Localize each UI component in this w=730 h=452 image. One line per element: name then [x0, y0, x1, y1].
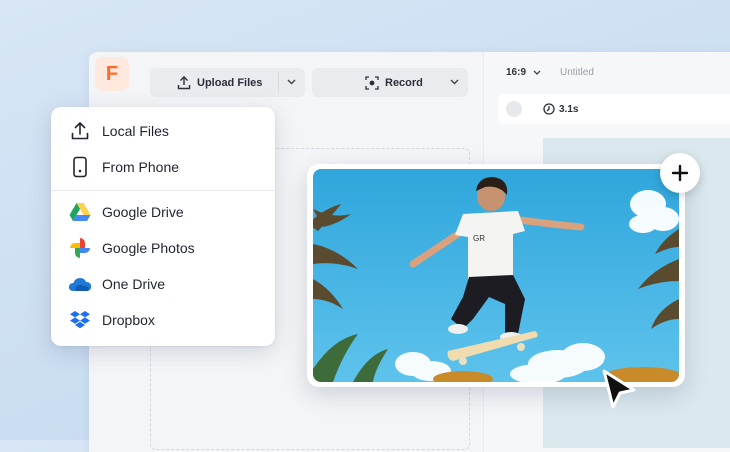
menu-item-label: One Drive — [102, 276, 166, 292]
menu-item-google-drive[interactable]: Google Drive — [51, 195, 275, 229]
menu-item-label: From Phone — [102, 159, 180, 175]
aspect-ratio-value: 16:9 — [506, 67, 527, 78]
upload-files-label: Upload Files — [197, 76, 263, 89]
chevron-down-icon[interactable] — [450, 77, 459, 88]
menu-item-label: Dropbox — [102, 312, 155, 328]
play-button[interactable] — [506, 101, 522, 117]
chevron-down-icon — [533, 67, 541, 78]
menu-item-google-photos[interactable]: Google Photos — [51, 231, 275, 265]
menu-item-from-phone[interactable]: From Phone — [51, 150, 275, 184]
aspect-ratio-select[interactable]: 16:9 — [506, 67, 541, 78]
google-drive-icon — [68, 200, 92, 224]
project-title[interactable]: Untitled — [560, 67, 594, 78]
upload-icon — [177, 75, 191, 90]
phone-icon — [68, 155, 92, 179]
upload-files-button[interactable]: Upload Files — [150, 68, 305, 97]
add-media-button[interactable] — [660, 153, 700, 193]
record-icon — [365, 75, 379, 90]
svg-text:GR: GR — [473, 234, 485, 243]
upload-source-menu: Local Files From Phone Google Drive Goog… — [51, 107, 275, 346]
menu-item-local-files[interactable]: Local Files — [51, 114, 275, 148]
button-divider — [278, 72, 279, 93]
plus-icon — [671, 164, 689, 182]
chevron-down-icon[interactable] — [287, 77, 296, 88]
menu-item-one-drive[interactable]: One Drive — [51, 267, 275, 301]
google-photos-icon — [68, 236, 92, 260]
record-button[interactable]: Record — [312, 68, 468, 97]
duration-value: 3.1s — [559, 103, 579, 115]
record-label: Record — [385, 76, 423, 89]
timeline-bar[interactable] — [498, 94, 730, 124]
dropbox-icon — [68, 308, 92, 332]
menu-item-label: Google Photos — [102, 240, 195, 256]
menu-divider — [51, 190, 275, 191]
upload-icon — [68, 119, 92, 143]
clock-icon — [543, 103, 555, 115]
onedrive-icon — [68, 272, 92, 296]
menu-item-label: Local Files — [102, 123, 169, 139]
mouse-cursor-icon — [600, 368, 638, 412]
skateboarder-photo[interactable]: GR — [313, 169, 679, 382]
menu-item-label: Google Drive — [102, 204, 184, 220]
app-logo[interactable]: F — [95, 57, 129, 91]
duration-display: 3.1s — [543, 103, 578, 115]
menu-item-dropbox[interactable]: Dropbox — [51, 303, 275, 337]
